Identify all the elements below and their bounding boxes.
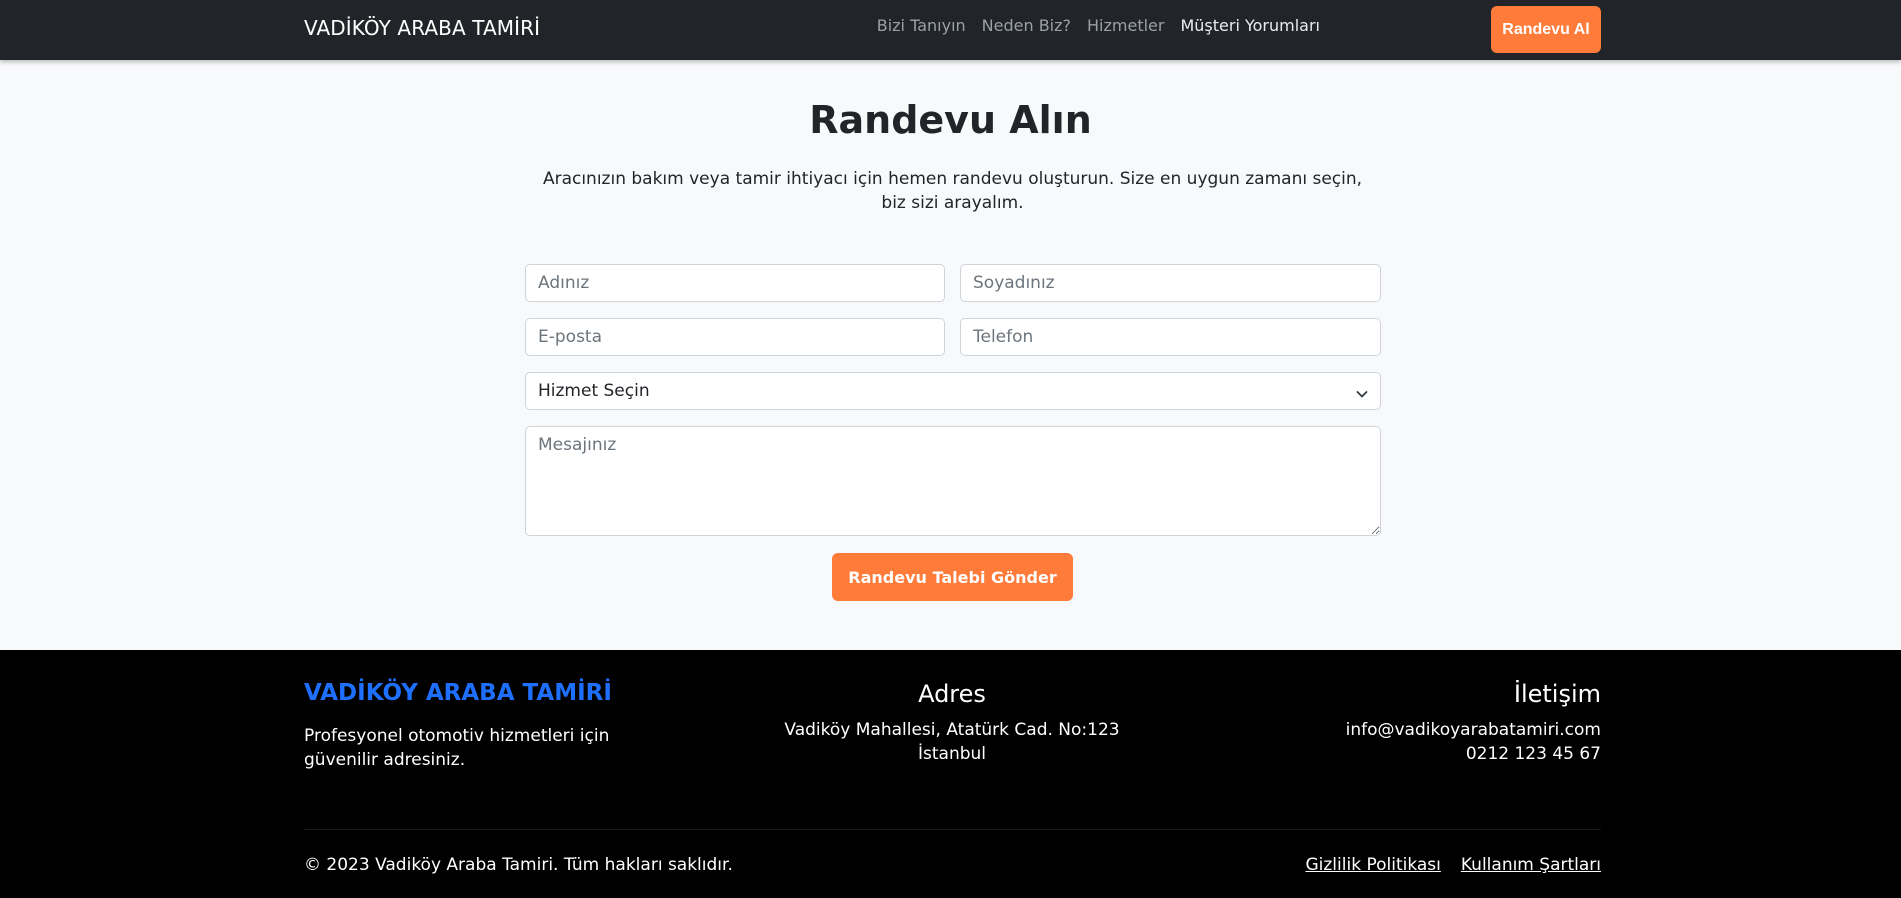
lead-text: Aracınızın bakım veya tamir ihtiyacı içi… [542,169,1363,213]
footer-address-line2: İstanbul [917,744,987,764]
footer-contact-title: İletişim [1513,680,1601,708]
footer-address: Vadiköy Mahallesi, Atatürk Cad. No:123 İ… [752,718,1152,766]
privacy-policy-link[interactable]: Gizlilik Politikası [1305,855,1440,875]
footer-contact: info@vadikoyarabatamiri.com 0212 123 45 … [1346,718,1601,766]
navbar: VADİKÖY ARABA TAMİRİ Bizi Tanıyın Neden … [0,0,1901,60]
chevron-down-icon [1356,385,1368,398]
footer-address-title: Adres [918,680,986,708]
nav-link-why-us[interactable]: Neden Biz? [982,16,1071,35]
nav-links: Bizi Tanıyın Neden Biz? Hizmetler Müşter… [877,16,1320,35]
footer-phone: 0212 123 45 67 [1465,744,1601,764]
first-name-input[interactable] [525,264,945,302]
submit-appointment-button[interactable]: Randevu Talebi Gönder [832,553,1073,601]
nav-appointment-button[interactable]: Randevu Al [1491,6,1601,53]
nav-link-services[interactable]: Hizmetler [1087,16,1164,35]
service-select[interactable]: Hizmet Seçin [525,372,1381,410]
nav-link-about[interactable]: Bizi Tanıyın [877,16,966,35]
phone-input[interactable] [960,318,1381,356]
footer-email: info@vadikoyarabatamiri.com [1345,720,1601,740]
nav-link-testimonials[interactable]: Müşteri Yorumları [1180,16,1320,35]
footer-links: Gizlilik Politikası Kullanım Şartları [1305,855,1601,875]
message-textarea[interactable] [525,426,1381,536]
brand-logo[interactable]: VADİKÖY ARABA TAMİRİ [304,16,540,40]
email-input[interactable] [525,318,945,356]
footer-tagline: Profesyonel otomotiv hizmetleri için güv… [304,726,610,770]
page-title: Randevu Alın [809,98,1092,142]
appointment-section: Randevu Alın Aracınızın bakım veya tamir… [0,60,1901,650]
service-select-value: Hizmet Seçin [538,381,650,401]
footer-address-line1: Vadiköy Mahallesi, Atatürk Cad. No:123 [784,720,1120,740]
terms-of-use-link[interactable]: Kullanım Şartları [1461,855,1601,875]
footer-divider [304,829,1601,830]
last-name-input[interactable] [960,264,1381,302]
footer: VADİKÖY ARABA TAMİRİ Profesyonel otomoti… [0,650,1901,898]
footer-copyright: © 2023 Vadiköy Araba Tamiri. Tüm hakları… [304,855,733,875]
